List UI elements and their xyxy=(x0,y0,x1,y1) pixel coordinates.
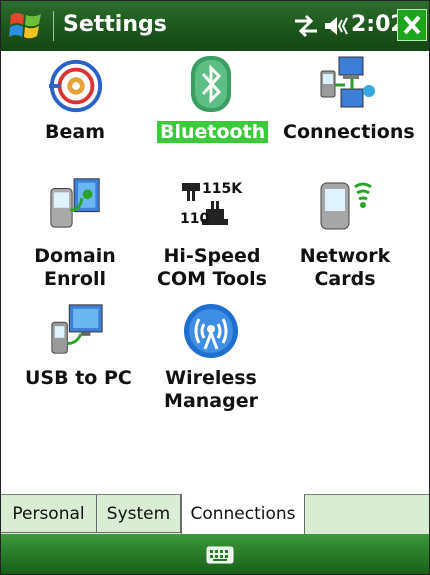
settings-window: Settings 2:02 Beam Bluetooth Connections… xyxy=(0,0,430,575)
item-label: Beam xyxy=(45,121,105,143)
item-label: USB to PC xyxy=(25,367,132,389)
page-title: Settings xyxy=(63,12,167,37)
volume-icon[interactable] xyxy=(323,14,351,38)
connections-icon xyxy=(320,56,375,108)
item-label-line-2: Manager xyxy=(164,390,258,412)
domain-enroll-icon xyxy=(50,178,100,228)
wireless-manager-icon xyxy=(184,304,238,358)
close-button[interactable] xyxy=(397,9,427,41)
item-label: Hi-Speed xyxy=(163,245,261,267)
keyboard-icon[interactable] xyxy=(206,546,234,564)
close-icon xyxy=(403,15,421,35)
item-label-line-2: Enroll xyxy=(44,268,106,290)
item-label-line-2: COM Tools xyxy=(157,268,267,290)
item-label: Wireless xyxy=(165,367,257,389)
title-separator xyxy=(53,11,54,41)
beam-icon xyxy=(48,59,103,113)
icon-text-110: 110 xyxy=(180,211,209,227)
item-label: Bluetooth xyxy=(157,121,269,143)
item-label: Network xyxy=(299,245,391,267)
tab-connections[interactable]: Connections xyxy=(181,494,305,534)
title-bar: Settings 2:02 xyxy=(1,1,429,51)
network-cards-icon xyxy=(320,182,372,230)
windows-start-icon[interactable] xyxy=(7,7,45,45)
item-label: Domain xyxy=(34,245,116,267)
item-label-line-2: Cards xyxy=(314,268,376,290)
tab-bar: Personal System Connections xyxy=(1,494,429,535)
connectivity-icon[interactable] xyxy=(293,14,319,38)
item-label: Connections xyxy=(283,121,415,143)
tab-system[interactable]: System xyxy=(97,495,181,533)
usb-to-pc-icon xyxy=(51,304,103,354)
icon-text-115k: 115K xyxy=(202,181,243,197)
bottom-bar xyxy=(1,534,429,574)
tab-personal[interactable]: Personal xyxy=(1,495,97,533)
hi-speed-com-tools-icon: 115K 110 xyxy=(180,181,243,227)
bluetooth-icon xyxy=(191,56,231,112)
